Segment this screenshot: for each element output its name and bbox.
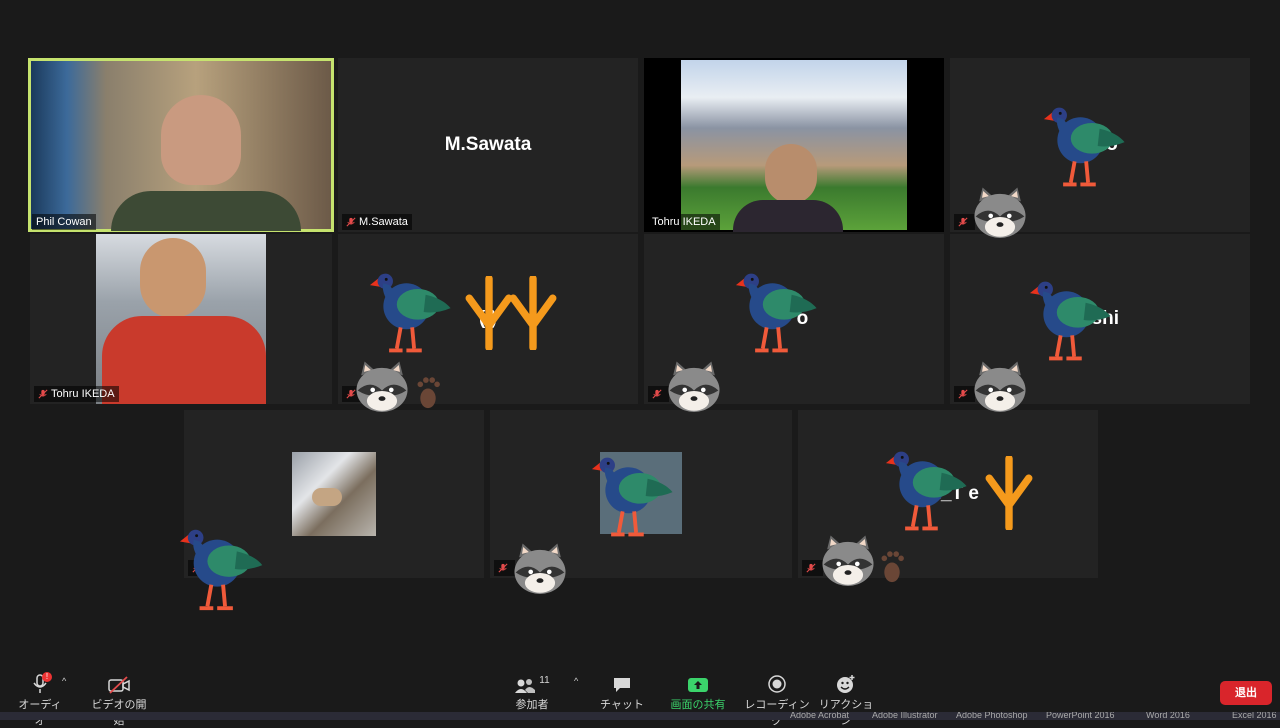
participant-name: Tohru IKEDA [51, 388, 115, 400]
raccoon-face-icon [350, 358, 414, 416]
bird-footprint-icon [464, 276, 514, 350]
chat-bubble-icon [614, 678, 630, 692]
bird-photo-shape [312, 488, 342, 506]
video-tile[interactable]: Tohru IKEDA [30, 234, 332, 404]
bird-footprint-icon [984, 456, 1034, 530]
video-tile[interactable]: Phil Cowan [28, 58, 334, 232]
pukeko-bird-icon [884, 442, 980, 538]
person-shape [140, 238, 206, 318]
mic-muted-icon [958, 217, 968, 227]
share-screen-button[interactable]: 画面の共有 [666, 672, 730, 712]
mic-muted-icon [498, 563, 508, 573]
taskbar-item[interactable]: Adobe Photoshop [956, 712, 1028, 720]
chat-label: チャット [600, 699, 644, 711]
pukeko-bird-icon [1028, 272, 1124, 368]
mic-muted-icon [806, 563, 816, 573]
raccoon-face-icon [508, 540, 572, 598]
pukeko-bird-icon [590, 448, 686, 544]
chat-button[interactable]: チャット [600, 672, 644, 712]
bird-footprint-icon [508, 276, 558, 350]
audio-options-caret[interactable]: ^ [62, 676, 66, 686]
participant-name-label: M.Sawata [342, 214, 412, 230]
windows-taskbar: Adobe Acrobat Adobe Illustrator Adobe Ph… [0, 712, 1280, 720]
participants-label: 参加者 [515, 699, 549, 711]
person-body [733, 200, 843, 232]
person-body [102, 316, 266, 404]
profile-picture [292, 452, 376, 536]
participants-button[interactable]: 11 参加者 [508, 672, 556, 712]
raccoon-face-icon [968, 358, 1032, 416]
leave-meeting-button[interactable]: 退出 [1220, 681, 1272, 705]
paw-print-icon [414, 372, 442, 412]
person-shape [161, 95, 241, 185]
pukeko-bird-icon [368, 264, 464, 360]
smiley-plus-icon [837, 675, 855, 693]
mic-muted-icon [652, 389, 662, 399]
raccoon-face-icon [968, 184, 1032, 242]
video-tile[interactable]: Tohru IKEDA [644, 58, 944, 232]
share-screen-icon [688, 678, 708, 692]
participant-video [681, 60, 907, 232]
taskbar-item[interactable]: Word 2016 [1146, 712, 1190, 720]
participant-name-label: Tohru IKEDA [648, 214, 720, 230]
video-tile[interactable]: M.Sawata M.Sawata [338, 58, 638, 232]
participant-name: M.Sawata [359, 216, 408, 228]
record-icon [768, 675, 786, 693]
taskbar-item[interactable]: Excel 2016 [1232, 712, 1277, 720]
participant-name-label: Tohru IKEDA [34, 386, 119, 402]
taskbar-item[interactable]: Adobe Acrobat [790, 712, 849, 720]
pukeko-bird-icon [178, 520, 276, 618]
taskbar-item[interactable]: Adobe Illustrator [872, 712, 938, 720]
pukeko-bird-icon [1042, 98, 1138, 194]
participant-display-name: M.Sawata [444, 134, 532, 155]
participant-video [31, 61, 331, 231]
mic-muted-icon [958, 389, 968, 399]
person-body [111, 191, 301, 231]
raccoon-face-icon [662, 358, 726, 416]
participant-name: Phil Cowan [36, 216, 92, 228]
person-shape [765, 144, 817, 204]
mic-muted-icon [38, 389, 48, 399]
alert-badge: ! [42, 672, 52, 682]
participants-icon [515, 679, 536, 693]
taskbar-item[interactable]: PowerPoint 2016 [1046, 712, 1115, 720]
raccoon-face-icon [816, 532, 880, 590]
pukeko-bird-icon [734, 264, 830, 360]
participant-name-label: Phil Cowan [32, 214, 96, 230]
participant-name: Tohru IKEDA [652, 216, 716, 228]
share-screen-label: 画面の共有 [670, 699, 726, 711]
paw-print-icon [878, 546, 906, 586]
video-camera-off-icon [108, 676, 130, 694]
participant-video [96, 234, 266, 404]
participants-count: 11 [539, 675, 550, 686]
participants-options-caret[interactable]: ^ [574, 676, 578, 686]
mic-muted-icon [346, 217, 356, 227]
